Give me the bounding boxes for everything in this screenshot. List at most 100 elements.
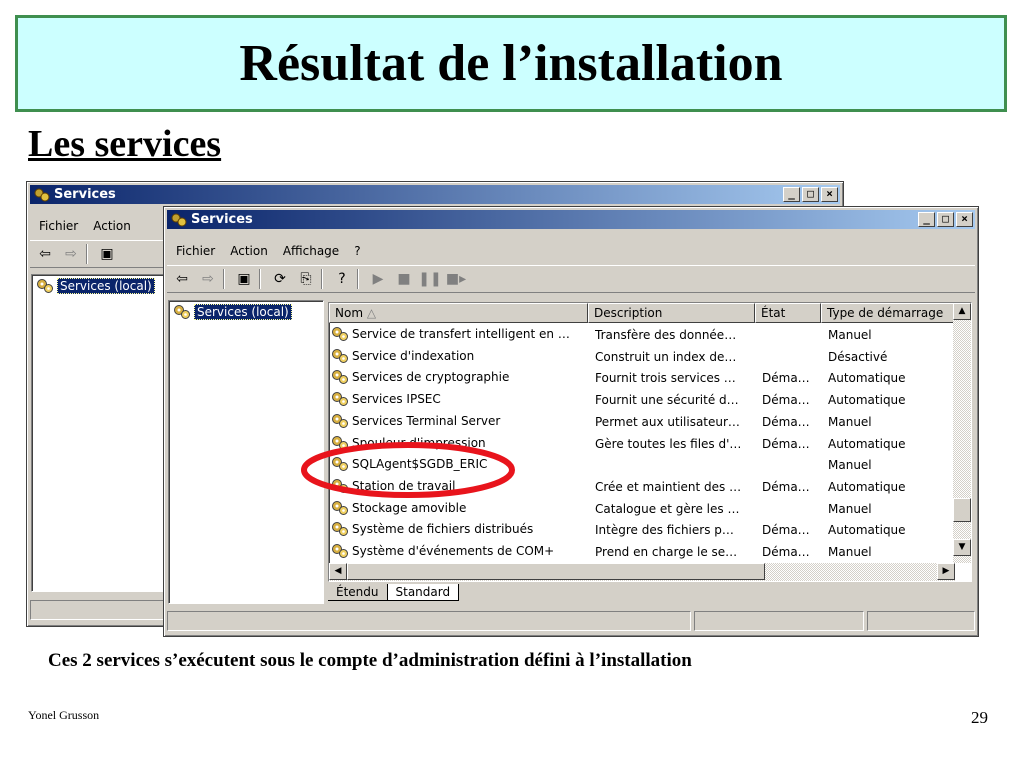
tab-etendu[interactable]: Étendu bbox=[328, 584, 387, 601]
tree-toggle-icon[interactable]: ▣ bbox=[96, 244, 118, 264]
service-name: Service de transfert intelligent en … bbox=[352, 327, 570, 341]
service-description: Prend en charge le se… bbox=[595, 545, 738, 559]
slide-subtitle: Les services bbox=[28, 123, 222, 165]
service-state: Déma… bbox=[762, 393, 810, 408]
highlight-ellipse bbox=[301, 442, 515, 498]
service-description: Crée et maintient des … bbox=[595, 479, 742, 494]
service-state: Déma… bbox=[762, 523, 810, 538]
minimize-button[interactable]: _ bbox=[783, 187, 800, 202]
minimize-button[interactable]: _ bbox=[918, 212, 935, 227]
forward-arrow-icon[interactable]: ⇨ bbox=[60, 244, 82, 264]
service-description: Intègre des fichiers p… bbox=[595, 523, 734, 538]
service-name: Services Terminal Server bbox=[352, 413, 501, 428]
restart-icon[interactable]: ■▸ bbox=[445, 269, 467, 289]
scroll-down-icon[interactable]: ▼ bbox=[953, 539, 971, 556]
tree-toggle-icon[interactable]: ▣ bbox=[233, 269, 255, 289]
help-icon[interactable]: ? bbox=[331, 269, 353, 289]
service-startup-type: Automatique bbox=[828, 479, 906, 494]
gear-icon bbox=[174, 305, 190, 319]
back-arrow-icon[interactable]: ⇦ bbox=[171, 269, 193, 289]
slide-caption: Ces 2 services s’exécutent sous le compt… bbox=[48, 650, 692, 671]
menu-help[interactable]: ? bbox=[354, 244, 360, 258]
table-row[interactable]: Système de fichiers distribués Intègre de… bbox=[329, 520, 955, 542]
scroll-left-icon[interactable]: ◀ bbox=[329, 563, 347, 580]
horizontal-scrollbar[interactable]: ◀ ▶ bbox=[329, 563, 955, 581]
vertical-scrollbar[interactable]: ▲ ▼ bbox=[953, 303, 971, 563]
gear-icon bbox=[332, 522, 348, 537]
back-window-titlebar[interactable]: Services _ □ × bbox=[30, 185, 840, 204]
tree-item-label: Services (local) bbox=[194, 304, 292, 320]
back-window-title: Services bbox=[54, 187, 116, 202]
table-row[interactable]: Services Terminal Server Permet aux utili… bbox=[329, 412, 955, 434]
scroll-right-icon[interactable]: ▶ bbox=[937, 563, 955, 580]
maximize-button[interactable]: □ bbox=[802, 187, 819, 202]
close-button[interactable]: × bbox=[956, 212, 973, 227]
menu-fichier[interactable]: Fichier bbox=[39, 219, 78, 233]
front-window-title: Services bbox=[191, 212, 253, 227]
back-tree-pane: Services (local) bbox=[31, 274, 167, 592]
column-header-type[interactable]: Type de démarrage bbox=[821, 303, 955, 323]
forward-arrow-icon[interactable]: ⇨ bbox=[197, 269, 219, 289]
service-description: Catalogue et gère les … bbox=[595, 501, 740, 516]
gear-icon bbox=[332, 500, 348, 515]
slide-title-box: Résultat de l’installation bbox=[15, 15, 1007, 112]
service-state: Déma… bbox=[762, 414, 810, 429]
tree-item-services-local[interactable]: Services (local) bbox=[36, 278, 155, 294]
stop-icon[interactable]: ■ bbox=[393, 269, 415, 289]
services-app-icon bbox=[171, 213, 187, 226]
table-row[interactable]: Stockage amovible Catalogue et gère les …… bbox=[329, 499, 955, 521]
gear-icon bbox=[332, 413, 348, 428]
menu-fichier[interactable]: Fichier bbox=[176, 244, 215, 258]
front-services-window: Services _ □ × Fichier Action Affichage … bbox=[163, 206, 979, 637]
service-startup-type: Automatique bbox=[828, 436, 906, 451]
service-description: Transfère des donnée… bbox=[595, 328, 737, 342]
scroll-thumb[interactable] bbox=[953, 498, 971, 522]
close-button[interactable]: × bbox=[821, 187, 838, 202]
service-name: Services IPSEC bbox=[352, 392, 441, 407]
table-row[interactable]: Système d'événements de COM+ Prend en cha… bbox=[329, 542, 955, 564]
slide-title: Résultat de l’installation bbox=[239, 35, 783, 92]
pause-icon[interactable]: ❚❚ bbox=[418, 269, 441, 289]
menu-affichage[interactable]: Affichage bbox=[283, 244, 339, 258]
menu-action[interactable]: Action bbox=[230, 244, 268, 258]
refresh-icon[interactable]: ⟳ bbox=[269, 269, 291, 289]
gear-icon bbox=[37, 279, 53, 293]
scroll-up-icon[interactable]: ▲ bbox=[953, 303, 971, 320]
service-startup-type: Désactivé bbox=[828, 349, 888, 364]
front-window-titlebar[interactable]: Services _ □ × bbox=[167, 210, 975, 229]
service-state: Déma… bbox=[762, 479, 810, 494]
front-toolbar: ⇦ ⇨ ▣ ⟳ ⎘ ? ▶ ■ ❚❚ ■▸ bbox=[167, 265, 975, 293]
service-startup-type: Manuel bbox=[828, 328, 872, 342]
column-header-nom[interactable]: Nom △ bbox=[329, 303, 588, 323]
author: Yonel Grusson bbox=[28, 708, 100, 722]
table-row[interactable]: Services IPSEC Fournit une sécurité d… Dém… bbox=[329, 390, 955, 412]
service-description: Construit un index de… bbox=[595, 349, 737, 364]
table-row[interactable]: Service de transfert intelligent en … Tra… bbox=[329, 325, 955, 347]
gear-icon bbox=[332, 392, 348, 407]
table-row[interactable]: Services de cryptographie Fournit trois s… bbox=[329, 368, 955, 390]
tree-item-services-local[interactable]: Services (local) bbox=[173, 304, 292, 320]
export-list-icon[interactable]: ⎘ bbox=[295, 269, 317, 289]
service-startup-type: Automatique bbox=[828, 523, 906, 538]
column-header-description[interactable]: Description bbox=[588, 303, 755, 323]
service-startup-type: Automatique bbox=[828, 371, 906, 386]
page-number: 29 bbox=[971, 708, 988, 727]
service-description: Permet aux utilisateur… bbox=[595, 414, 740, 429]
maximize-button[interactable]: □ bbox=[937, 212, 954, 227]
service-name: Stockage amovible bbox=[352, 500, 467, 515]
column-header-etat[interactable]: État bbox=[755, 303, 821, 323]
hscroll-thumb[interactable] bbox=[347, 563, 765, 580]
gear-icon bbox=[332, 544, 348, 558]
service-description: Fournit trois services … bbox=[595, 371, 736, 386]
table-row[interactable]: Service d'indexation Construit un index d… bbox=[329, 347, 955, 369]
menu-action[interactable]: Action bbox=[93, 219, 131, 233]
back-arrow-icon[interactable]: ⇦ bbox=[34, 244, 56, 264]
view-tabs: Étendu Standard bbox=[328, 584, 460, 601]
service-name: Services de cryptographie bbox=[352, 370, 510, 385]
tree-item-label: Services (local) bbox=[57, 278, 155, 294]
service-startup-type: Manuel bbox=[828, 458, 872, 473]
gear-icon bbox=[332, 370, 348, 385]
gear-icon bbox=[332, 348, 348, 363]
tab-standard[interactable]: Standard bbox=[386, 584, 460, 601]
play-icon[interactable]: ▶ bbox=[367, 269, 389, 289]
